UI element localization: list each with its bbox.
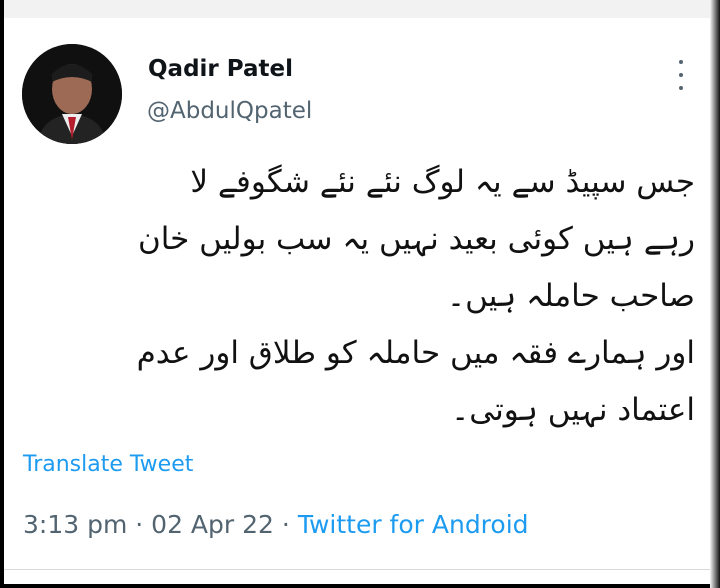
more-options-dot (679, 60, 683, 64)
tweet-line: رہے ہیں کوئی بعید نہیں یہ سب بولیں خان (137, 221, 695, 257)
tweet-source-link[interactable]: Twitter for Android (298, 510, 529, 539)
meta-separator: · (135, 510, 152, 539)
more-options-icon[interactable] (672, 60, 690, 90)
tweet-line: صاحب حاملہ ہیں۔ (447, 278, 695, 314)
author-name[interactable]: Qadir Patel (148, 56, 293, 82)
divider (4, 569, 710, 570)
tweet-time[interactable]: 3:13 pm (23, 510, 127, 539)
tweet-line: جس سپیڈ سے یہ لوگ نئے نئے شگوفے لا (190, 164, 695, 200)
tweet-text: جس سپیڈ سے یہ لوگ نئے نئے شگوفے لا رہے ہ… (30, 154, 695, 439)
tweet-date[interactable]: 02 Apr 22 (151, 510, 274, 539)
meta-separator: · (281, 510, 298, 539)
more-options-dot (679, 73, 683, 77)
top-edge (4, 0, 720, 18)
right-edge-shadow (710, 0, 720, 588)
tweet-line: اور ہمارے فقہ میں حاملہ کو طلاق اور عدم (136, 335, 695, 371)
tweet-meta: 3:13 pm · 02 Apr 22 · Twitter for Androi… (23, 510, 529, 539)
screenshot-frame: Qadir Patel @AbdulQpatel جس سپیڈ سے یہ ل… (0, 0, 720, 588)
avatar[interactable] (22, 44, 122, 144)
avatar-image (22, 44, 122, 144)
author-handle[interactable]: @AbdulQpatel (147, 98, 312, 124)
tweet-line: اعتماد نہیں ہوتی۔ (451, 392, 695, 428)
more-options-dot (679, 86, 683, 90)
translate-tweet-link[interactable]: Translate Tweet (23, 452, 193, 477)
